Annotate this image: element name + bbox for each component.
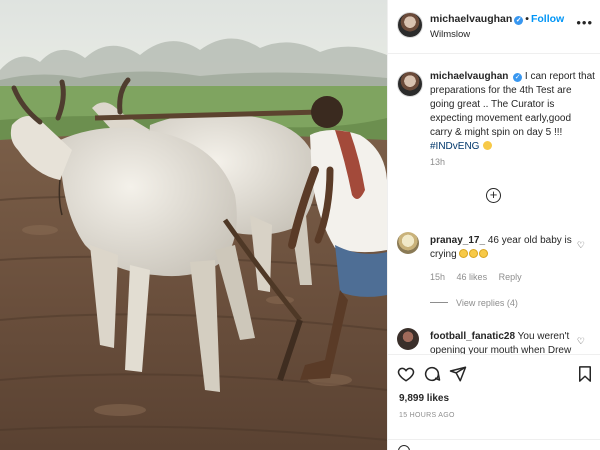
author-username[interactable]: michaelvaughan — [430, 13, 512, 25]
likes-count[interactable]: 9,899 likes — [399, 393, 449, 404]
caption-time: 13h — [430, 157, 446, 167]
comment-text-block: pranay_17_ 46 year old baby is crying — [430, 234, 576, 262]
comment-username[interactable]: pranay_17_ — [430, 235, 485, 246]
post-header: michaelvaughan ✓ • Follow Wilmslow ••• — [388, 0, 600, 54]
comment-like-icon[interactable]: ♡ — [577, 336, 585, 347]
caption-author-avatar[interactable] — [397, 71, 423, 97]
reply-button[interactable]: Reply — [499, 272, 522, 282]
add-comment-bar[interactable] — [388, 439, 600, 450]
share-icon[interactable] — [449, 365, 467, 383]
heart-icon[interactable] — [397, 365, 415, 383]
comment-time: 15h — [430, 272, 446, 282]
post-photo[interactable] — [0, 0, 387, 450]
commenter-avatar[interactable] — [397, 328, 419, 350]
more-options-icon[interactable]: ••• — [576, 15, 593, 30]
post-location[interactable]: Wilmslow — [430, 29, 470, 40]
post-details-panel: michaelvaughan ✓ • Follow Wilmslow ••• mich… — [387, 0, 600, 450]
post-image — [0, 0, 387, 450]
verified-badge-icon: ✓ — [514, 16, 524, 25]
view-replies-button[interactable]: View replies (4) — [430, 298, 518, 308]
post-time-ago: 15 HOURS AGO — [399, 412, 455, 419]
separator-dot: • — [525, 13, 529, 25]
view-replies-label: View replies (4) — [456, 298, 518, 308]
replies-divider — [430, 302, 448, 303]
header-line: michaelvaughan ✓ • Follow — [430, 13, 564, 25]
bookmark-icon[interactable] — [576, 365, 594, 383]
laughing-emoji-icon — [479, 249, 489, 258]
laughing-emoji-icon — [459, 249, 469, 258]
plus-circle-icon[interactable]: + — [486, 188, 501, 203]
comment-meta: 15h 46 likes Reply — [430, 272, 531, 282]
comment-username[interactable]: football_fanatic28 — [430, 331, 515, 342]
comment-like-icon[interactable]: ♡ — [577, 240, 585, 251]
author-avatar[interactable] — [397, 12, 423, 38]
caption-username[interactable]: michaelvaughan — [430, 71, 508, 82]
laughing-emoji-icon — [469, 249, 479, 258]
laughing-emoji-icon — [483, 141, 493, 150]
commenter-avatar[interactable] — [397, 232, 419, 254]
caption-hashtag[interactable]: #INDvENG — [430, 141, 479, 152]
comment-likes[interactable]: 46 likes — [457, 272, 488, 282]
smiley-icon[interactable] — [398, 445, 410, 450]
action-bar: 9,899 likes 15 HOURS AGO — [388, 354, 600, 450]
caption-verified-icon: ✓ — [513, 73, 523, 82]
caption-text-block: michaelvaughan ✓ I can report that prepa… — [430, 70, 595, 154]
follow-button[interactable]: Follow — [531, 13, 564, 25]
comment-icon[interactable] — [423, 365, 441, 383]
